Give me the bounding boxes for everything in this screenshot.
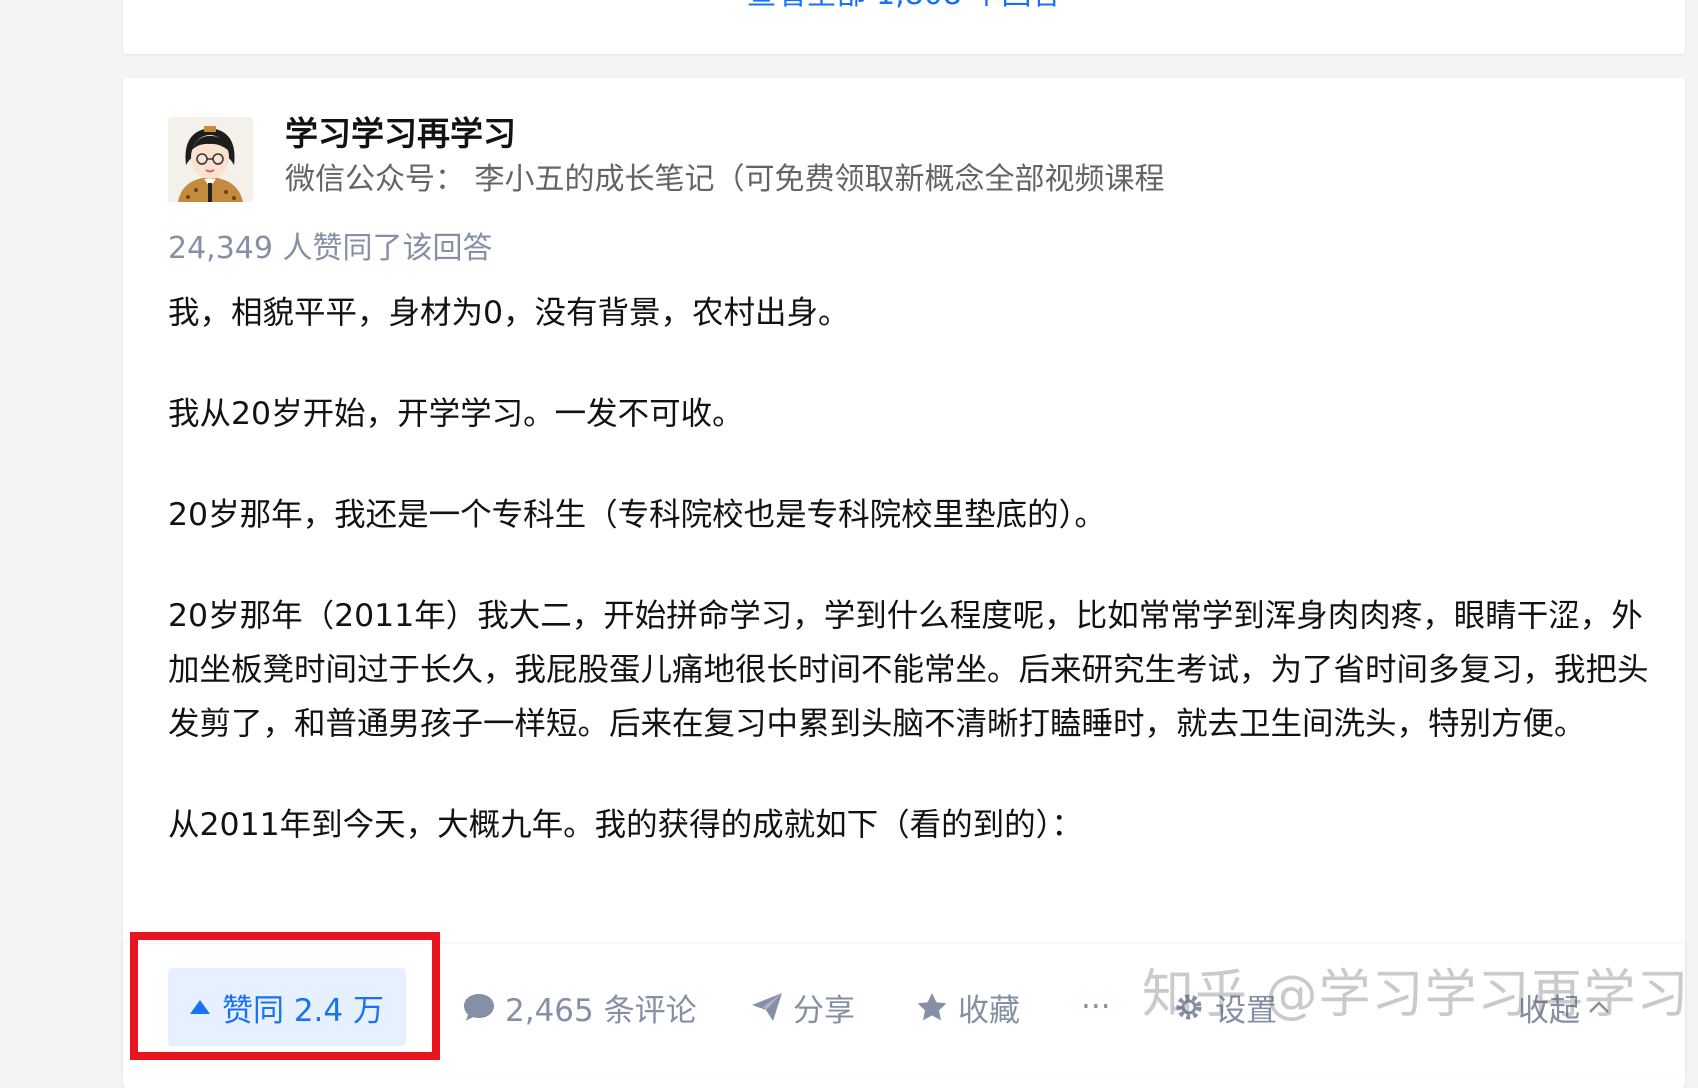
share-button[interactable]: 分享 (751, 968, 855, 1046)
collect-label: 收藏 (958, 992, 1020, 1029)
answer-paragraph: 我，相貌平平，身材为0，没有背景，农村出身。 (168, 295, 850, 331)
view-all-answers-link[interactable]: 查看全部 1,808 个回答 (123, 0, 1685, 10)
share-label: 分享 (793, 992, 855, 1029)
author-avatar[interactable] (168, 117, 253, 202)
more-dots-icon: ··· (1081, 989, 1111, 1025)
author-bio: 微信公众号： 李小五的成长笔记（可免费领取新概念全部视频课程 (285, 162, 1165, 197)
answer-paragraph: 20岁那年（2011年）我大二，开始拼命学习，学到什么程度呢，比如常常学到浑身肉… (168, 598, 1649, 742)
collect-button[interactable]: 收藏 (916, 968, 1020, 1046)
comments-label: 2,465 条评论 (505, 992, 697, 1029)
comment-bubble-icon (464, 994, 494, 1021)
avatar-illustration-icon (168, 117, 253, 202)
vote-summary: 24,349 人赞同了该回答 (168, 231, 493, 266)
answer-paragraph: 我从20岁开始，开学学习。一发不可收。 (168, 396, 744, 432)
highlight-annotation-box (130, 932, 440, 1060)
answer-paragraph: 从2011年到今天，大概九年。我的获得的成就如下（看的到的）： (168, 807, 1083, 843)
answer-paragraph: 20岁那年，我还是一个专科生（专科院校也是专科院校里垫底的）。 (168, 497, 1106, 533)
more-button[interactable]: ··· (1081, 968, 1111, 1046)
comments-button[interactable]: 2,465 条评论 (463, 968, 697, 1046)
previous-card: 查看全部 1,808 个回答 (123, 0, 1685, 54)
watermark: 知乎 @学习学习再学习 (1142, 965, 1690, 1025)
paper-plane-icon (752, 993, 782, 1021)
star-icon (917, 993, 947, 1021)
author-name[interactable]: 学习学习再学习 (285, 114, 516, 154)
answer-content: 我，相貌平平，身材为0，没有背景，农村出身。 我从20岁开始，开学学习。一发不可… (168, 286, 1658, 899)
